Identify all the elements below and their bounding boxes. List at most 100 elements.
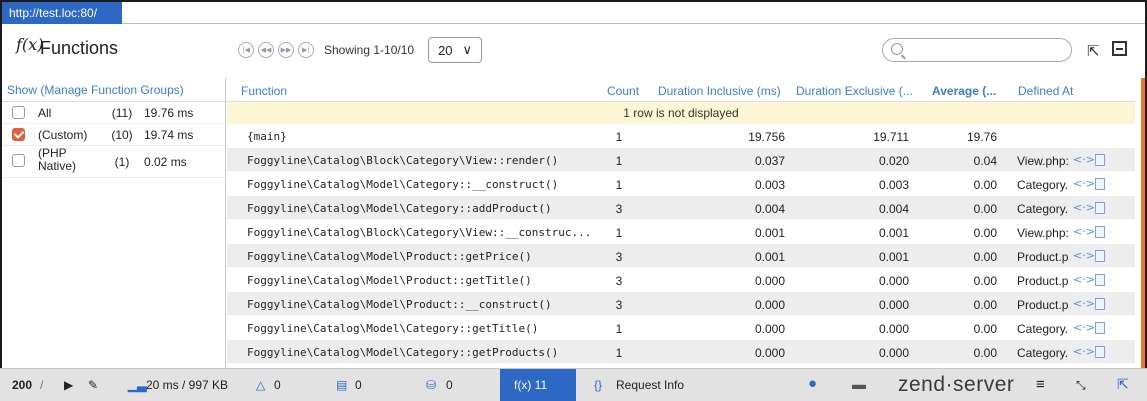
view-code-icon[interactable]: <·>	[1073, 345, 1095, 358]
first-page-icon[interactable]: |◀	[238, 42, 254, 58]
table-row[interactable]: Foggyline\Catalog\Block\Category\View::_…	[227, 220, 1135, 244]
file-icon[interactable]	[1095, 226, 1105, 238]
memory-label[interactable]: 20 ms / 997 KB	[146, 378, 228, 392]
group-time: 19.76 ms	[144, 106, 194, 120]
table-row[interactable]: Foggyline\Catalog\Model\Product::getPric…	[227, 244, 1135, 268]
file-icon[interactable]	[1095, 250, 1105, 262]
cell-function: Foggyline\Catalog\Model\Product::__const…	[247, 298, 552, 311]
search-input[interactable]	[882, 38, 1072, 62]
file-icon[interactable]	[1095, 178, 1105, 190]
cell-defined-at: Product.p...	[1017, 250, 1069, 264]
view-code-icon[interactable]: <·>	[1073, 273, 1095, 286]
group-name: All	[38, 106, 52, 120]
table-row[interactable]: Foggyline\Catalog\Model\Category::getPro…	[227, 340, 1135, 364]
file-icon[interactable]	[1095, 274, 1105, 286]
view-code-icon[interactable]: <·>	[1073, 297, 1095, 310]
page-title: Functions	[40, 38, 119, 58]
log-icon: ▤	[336, 378, 348, 392]
url-tab[interactable]: http://test.loc:80/	[2, 2, 122, 24]
prev-page-icon[interactable]: ◀◀	[258, 42, 274, 58]
functions-tab-label: f(x) 11	[514, 378, 548, 392]
file-icon[interactable]	[1095, 202, 1105, 214]
table-row[interactable]: Foggyline\Catalog\Model\Product::__const…	[227, 292, 1135, 316]
column-header-average[interactable]: Average (...	[932, 84, 996, 98]
table-row[interactable]: Foggyline\Catalog\Block\Category\View::r…	[227, 148, 1135, 172]
view-code-icon[interactable]: <·>	[1073, 249, 1095, 262]
file-icon[interactable]	[1095, 346, 1105, 358]
file-icon[interactable]	[1095, 298, 1105, 310]
hidden-rows-notice: 1 row is not displayed	[227, 102, 1135, 124]
cell-exclusive: 19.711	[873, 130, 909, 144]
table-body: {main} 1 19.756 19.711 19.76 Foggyline\Catalo…	[227, 124, 1135, 364]
file-icon[interactable]	[1095, 154, 1105, 166]
column-header-inclusive[interactable]: Duration Inclusive (ms)	[658, 84, 781, 98]
column-header-function[interactable]: Function	[241, 84, 287, 98]
view-code-icon[interactable]: <·>	[1073, 153, 1095, 166]
cell-average: 0.00	[973, 298, 997, 312]
table-row[interactable]: {main} 1 19.756 19.711 19.76	[227, 124, 1135, 148]
export-icon[interactable]: ⇱	[1087, 42, 1100, 60]
group-row-all[interactable]: All (11) 19.76 ms	[2, 102, 225, 124]
last-page-icon[interactable]: ▶|	[298, 42, 314, 58]
popout-icon[interactable]: ⇱	[1117, 376, 1129, 393]
status-code[interactable]: 200	[12, 378, 32, 392]
cell-count: 1	[615, 178, 623, 192]
functions-tab[interactable]: f(x) 11	[500, 369, 576, 401]
pager: |◀ ◀◀ ▶▶ ▶| Showing 1-10/10 20 ∨	[238, 37, 483, 63]
functions-table: Function Count Duration Inclusive (ms) D…	[227, 78, 1135, 368]
table-row[interactable]: Foggyline\Catalog\Model\Category::addPro…	[227, 196, 1135, 220]
column-header-defined-at[interactable]: Defined At	[1018, 84, 1073, 98]
column-header-exclusive[interactable]: Duration Exclusive (...	[796, 84, 913, 98]
zend-debug-toolbar: 200 / ▶ ✎ ▁▃ 20 ms / 997 KB △ 0 ▤ 0 ⛁ 0 …	[0, 368, 1147, 401]
database-icon: ⛁	[426, 378, 437, 392]
group-time: 0.02 ms	[144, 155, 187, 169]
db-count[interactable]: 0	[446, 378, 453, 392]
view-code-icon[interactable]: <·>	[1073, 177, 1095, 190]
request-info-tab[interactable]: Request Info	[616, 378, 684, 392]
warnings-count[interactable]: 0	[274, 378, 281, 392]
group-count: (1)	[114, 155, 130, 169]
per-page-value: 20	[438, 42, 453, 58]
group-checkbox[interactable]	[12, 128, 25, 141]
file-icon[interactable]	[1095, 322, 1105, 334]
table-row[interactable]: Foggyline\Catalog\Model\Category::getTit…	[227, 316, 1135, 340]
next-page-icon[interactable]: ▶▶	[278, 42, 294, 58]
zend-server-logo: zend·server	[898, 373, 1015, 396]
table-row[interactable]: Foggyline\Catalog\Model\Category::__cons…	[227, 172, 1135, 196]
group-checkbox[interactable]	[12, 154, 25, 167]
group-row-custom[interactable]: (Custom) (10) 19.74 ms	[2, 124, 225, 146]
cell-inclusive: 0.001	[754, 226, 785, 240]
cell-defined-at: View.php:...	[1017, 226, 1069, 240]
logs-count[interactable]: 0	[355, 378, 362, 392]
cell-average: 0.00	[973, 346, 997, 360]
group-row-php-native[interactable]: (PHP Native) (1) 0.02 ms	[2, 146, 225, 178]
group-checkbox[interactable]	[12, 106, 25, 119]
column-header-count[interactable]: Count	[607, 84, 639, 98]
cell-exclusive: 0.004	[878, 202, 909, 216]
cell-average: 0.00	[973, 202, 997, 216]
chat-icon[interactable]: ▬	[852, 376, 866, 392]
collapse-icon[interactable]	[1112, 41, 1127, 56]
chevron-down-icon: ∨	[462, 42, 473, 57]
view-code-icon[interactable]: <·>	[1073, 321, 1095, 334]
cell-function: Foggyline\Catalog\Model\Category::__cons…	[247, 178, 559, 191]
menu-icon[interactable]: ≡	[1036, 376, 1045, 393]
top-strip	[122, 2, 1145, 24]
cell-function: Foggyline\Catalog\Model\Category::getPro…	[247, 346, 559, 359]
table-row[interactable]: Foggyline\Catalog\Model\Product::getTitl…	[227, 268, 1135, 292]
cell-average: 0.00	[973, 274, 997, 288]
view-code-icon[interactable]: <·>	[1073, 225, 1095, 238]
cell-defined-at: View.php:...	[1017, 154, 1069, 168]
play-icon[interactable]: ▶	[64, 378, 73, 392]
robot-icon[interactable]: ●	[808, 375, 817, 392]
cell-count: 1	[615, 322, 623, 336]
pencil-icon[interactable]: ✎	[88, 378, 98, 392]
per-page-select[interactable]: 20 ∨	[428, 37, 483, 63]
cell-defined-at: Product.p...	[1017, 298, 1069, 312]
cell-function: Foggyline\Catalog\Block\Category\View::_…	[247, 226, 592, 239]
cell-count: 1	[615, 226, 623, 240]
manage-function-groups-link[interactable]: Show (Manage Function Groups)	[2, 78, 225, 102]
search-icon	[891, 43, 903, 55]
minimize-icon[interactable]: ⤡	[1076, 378, 1086, 393]
view-code-icon[interactable]: <·>	[1073, 201, 1095, 214]
